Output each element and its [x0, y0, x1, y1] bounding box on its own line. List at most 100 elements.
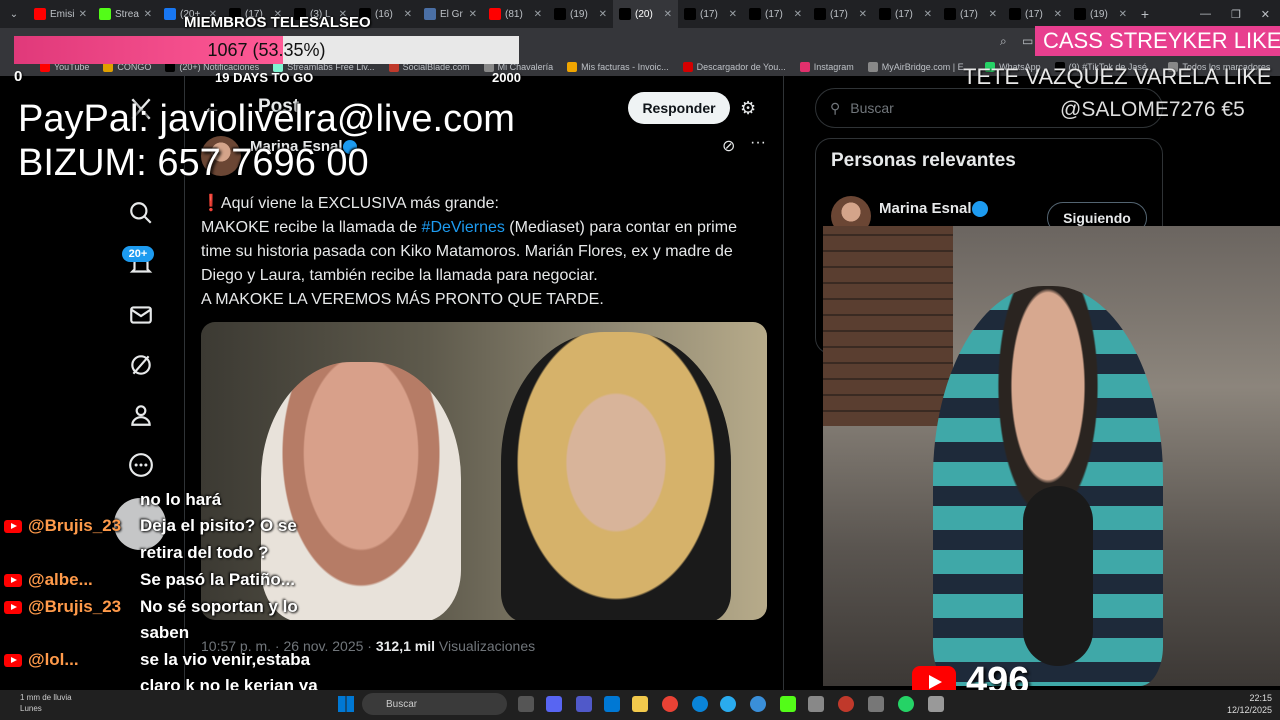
- browser-tab[interactable]: (17) ✕: [808, 0, 873, 28]
- filter-sliders-icon[interactable]: ⚙: [740, 98, 756, 119]
- kick-icon[interactable]: [780, 696, 796, 712]
- paypal-overlay: PayPal: javiolivelra@live.com: [18, 98, 515, 140]
- teams-icon[interactable]: [576, 696, 592, 712]
- tab-close-icon[interactable]: ✕: [79, 9, 87, 20]
- bookmark-label: Mis facturas - Invoic...: [581, 62, 669, 72]
- tab-close-icon[interactable]: ✕: [924, 9, 932, 20]
- browser-tab[interactable]: El Gr ✕: [418, 0, 483, 28]
- youtube-icon: [4, 574, 22, 588]
- goal-days-label: 19 DAYS TO GO: [215, 70, 314, 85]
- weather-widget[interactable]: 1 mm de lluvia Lunes: [20, 692, 72, 714]
- app-icon[interactable]: [868, 696, 884, 712]
- weather-day: Lunes: [20, 704, 42, 713]
- whatsapp-icon[interactable]: [898, 696, 914, 712]
- tab-close-icon[interactable]: ✕: [1054, 9, 1062, 20]
- close-icon[interactable]: ✕: [1261, 8, 1270, 21]
- tab-close-icon[interactable]: ✕: [404, 9, 412, 20]
- tab-title: (19): [1090, 8, 1108, 20]
- zoom-icon[interactable]: ⌕: [1000, 34, 1018, 52]
- browser-tab[interactable]: Strea ✕: [93, 0, 158, 28]
- tweet-line: A MAKOKE LA VEREMOS MÁS PRONTO QUE TARDE…: [201, 291, 604, 308]
- tab-title: (16): [375, 8, 393, 20]
- maximize-icon[interactable]: ❐: [1231, 8, 1241, 21]
- explorer-icon[interactable]: [632, 696, 648, 712]
- more-icon[interactable]: [128, 452, 154, 478]
- bookmark-item[interactable]: MyAirBridge.com | E...: [867, 62, 971, 72]
- tab-search-icon[interactable]: ⌄: [0, 0, 28, 28]
- tab-title: (17): [700, 8, 718, 20]
- browser-tab[interactable]: (81) ✕: [483, 0, 548, 28]
- chat-username[interactable]: @Brujis_23: [28, 597, 121, 616]
- explore-search-icon[interactable]: [128, 200, 154, 226]
- chat-username[interactable]: @lol...: [28, 650, 79, 669]
- tweet-line: MAKOKE recibe la llamada de: [201, 219, 422, 236]
- tab-close-icon[interactable]: ✕: [989, 9, 997, 20]
- browser-tab[interactable]: (19) ✕: [1068, 0, 1133, 28]
- chat-username[interactable]: @Brujis_23: [28, 516, 121, 535]
- bookmark-item[interactable]: Instagram: [799, 62, 854, 72]
- browser-tab[interactable]: (17) ✕: [938, 0, 1003, 28]
- browser-tab[interactable]: (17) ✕: [873, 0, 938, 28]
- obs-icon[interactable]: [808, 696, 824, 712]
- edge-icon[interactable]: [692, 696, 708, 712]
- browser-icon[interactable]: [750, 696, 766, 712]
- window-controls[interactable]: — ❐ ✕: [1190, 8, 1280, 21]
- chat-message: No sé soportan y lo: [140, 597, 298, 616]
- tab-favicon-icon: [814, 8, 826, 20]
- app-icon[interactable]: [928, 696, 944, 712]
- taskbar-search-label: Buscar: [386, 698, 418, 710]
- tab-close-icon[interactable]: ✕: [664, 9, 672, 20]
- tab-close-icon[interactable]: ✕: [144, 9, 152, 20]
- chat-user-row: @Brujis_23: [4, 516, 121, 536]
- browser-tab[interactable]: (17) ✕: [1003, 0, 1068, 28]
- chat-username[interactable]: @albe...: [28, 570, 93, 589]
- browser-tab[interactable]: (19) ✕: [548, 0, 613, 28]
- tab-close-icon[interactable]: ✕: [469, 9, 477, 20]
- notification-badge: 20+: [122, 246, 154, 262]
- tab-title: (20): [635, 8, 653, 20]
- grok-explain-icon[interactable]: ⊘: [722, 136, 735, 156]
- app-icon[interactable]: [838, 696, 854, 712]
- discord-icon[interactable]: [546, 696, 562, 712]
- tab-close-icon[interactable]: ✕: [729, 9, 737, 20]
- tab-close-icon[interactable]: ✕: [859, 9, 867, 20]
- webcam-feed: [823, 226, 1280, 686]
- browser-tab[interactable]: (20) ✕: [613, 0, 678, 28]
- tab-favicon-icon: [164, 8, 176, 20]
- reply-button[interactable]: Responder: [628, 92, 730, 124]
- outlook-icon[interactable]: [604, 696, 620, 712]
- browser-tab[interactable]: Emisi ✕: [28, 0, 93, 28]
- like-alert-secondary: TETE VAZQUEZ VARELA LIKE: [963, 64, 1272, 89]
- tab-close-icon[interactable]: ✕: [534, 9, 542, 20]
- relevant-name[interactable]: Marina Esnal: [879, 200, 972, 217]
- minimize-icon[interactable]: —: [1200, 8, 1211, 21]
- chat-message: no lo hará: [140, 490, 222, 509]
- tab-title: Strea: [115, 8, 139, 20]
- profile-icon[interactable]: [128, 402, 154, 428]
- weather-text: 1 mm de lluvia: [20, 693, 72, 702]
- telegram-icon[interactable]: [720, 696, 736, 712]
- new-tab-button[interactable]: +: [1133, 6, 1157, 22]
- browser-tab[interactable]: (17) ✕: [678, 0, 743, 28]
- tab-close-icon[interactable]: ✕: [599, 9, 607, 20]
- chrome-icon[interactable]: [662, 696, 678, 712]
- task-view-icon[interactable]: [518, 696, 534, 712]
- messages-icon[interactable]: [128, 302, 154, 328]
- tab-favicon-icon: [749, 8, 761, 20]
- tab-title: (17): [830, 8, 848, 20]
- chat-message: Se pasó la Patiño...: [140, 570, 295, 589]
- taskbar-search[interactable]: Buscar: [362, 693, 507, 715]
- bookmark-item[interactable]: Mis facturas - Invoic...: [567, 62, 669, 72]
- system-clock[interactable]: 22:15 12/12/2025: [1222, 692, 1272, 716]
- tab-close-icon[interactable]: ✕: [794, 9, 802, 20]
- tab-title: (19): [570, 8, 588, 20]
- members-goal-bar: 1067 (53.35%): [14, 36, 519, 64]
- hashtag-link[interactable]: #DeViernes: [422, 219, 505, 236]
- post-more-icon[interactable]: ···: [750, 134, 766, 152]
- tab-close-icon[interactable]: ✕: [1119, 9, 1127, 20]
- windows-start-icon[interactable]: [338, 696, 354, 712]
- bookmark-item[interactable]: Descargador de You...: [682, 62, 786, 72]
- grok-icon[interactable]: [128, 352, 154, 378]
- tab-favicon-icon: [34, 8, 46, 20]
- browser-tab[interactable]: (17) ✕: [743, 0, 808, 28]
